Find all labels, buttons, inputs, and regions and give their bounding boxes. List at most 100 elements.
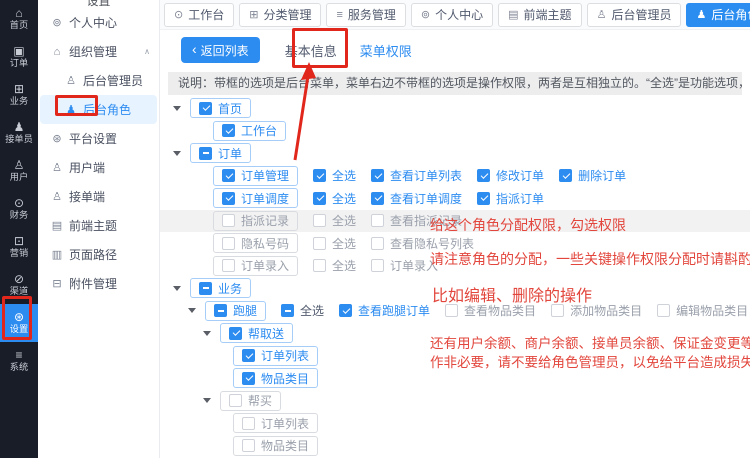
permission-option[interactable]: 编辑物品类目 bbox=[657, 302, 748, 319]
checkbox-checked[interactable] bbox=[222, 192, 235, 205]
permission-option[interactable]: 查看指派记录 bbox=[371, 212, 462, 229]
checkbox-checked[interactable] bbox=[371, 169, 384, 182]
rail-item-finance[interactable]: ⊙财务 bbox=[0, 190, 38, 228]
permission-option[interactable]: 查看隐私号列表 bbox=[371, 235, 474, 252]
side-nav-item-platform-settings[interactable]: ⊛平台设置 bbox=[38, 124, 159, 153]
checkbox-un[interactable] bbox=[222, 237, 235, 250]
checkbox-ind[interactable] bbox=[214, 304, 227, 317]
permission-option[interactable]: 添加物品类目 bbox=[551, 302, 642, 319]
rail-item-settings[interactable]: ⊛设置 bbox=[0, 304, 38, 342]
checkbox-un[interactable] bbox=[371, 259, 384, 272]
page-tab-frontend-theme[interactable]: ▤前端主题 bbox=[498, 3, 581, 27]
tree-menu-item[interactable]: 指派记录 bbox=[213, 211, 298, 231]
caret-down-icon[interactable] bbox=[173, 286, 181, 291]
checkbox-checked[interactable] bbox=[313, 169, 326, 182]
tree-menu-item[interactable]: 订单 bbox=[190, 143, 251, 163]
checkbox-checked[interactable] bbox=[559, 169, 572, 182]
rail-item-orders[interactable]: ▣订单 bbox=[0, 38, 38, 76]
tree-menu-item[interactable]: 订单调度 bbox=[213, 188, 298, 208]
permission-option[interactable]: 全选 bbox=[313, 212, 356, 229]
permission-option[interactable]: 删除订单 bbox=[559, 167, 626, 184]
checkbox-un[interactable] bbox=[313, 237, 326, 250]
caret-down-icon[interactable] bbox=[203, 331, 211, 336]
side-nav-item-rider-client[interactable]: ♙接单端 bbox=[38, 182, 159, 211]
checkbox-un[interactable] bbox=[313, 214, 326, 227]
page-tab-personal-center[interactable]: ⊚个人中心 bbox=[411, 3, 493, 27]
page-tab-workbench[interactable]: ⊙工作台 bbox=[164, 3, 234, 27]
tree-menu-item[interactable]: 订单录入 bbox=[213, 256, 298, 276]
tree-menu-item[interactable]: 隐私号码 bbox=[213, 233, 298, 253]
side-nav-item-frontend-theme[interactable]: ▤前端主题 bbox=[38, 211, 159, 240]
rail-item-channels[interactable]: ⊘渠道 bbox=[0, 266, 38, 304]
tree-menu-item[interactable]: 订单列表 bbox=[233, 346, 318, 366]
permission-option[interactable]: 全选 bbox=[313, 190, 356, 207]
caret-down-icon[interactable] bbox=[173, 151, 181, 156]
checkbox-un[interactable] bbox=[222, 214, 235, 227]
tree-menu-item[interactable]: 物品类目 bbox=[233, 436, 318, 456]
checkbox-checked[interactable] bbox=[477, 169, 490, 182]
rail-item-users[interactable]: ♙用户 bbox=[0, 152, 38, 190]
permission-option[interactable]: 全选 bbox=[313, 235, 356, 252]
permission-option[interactable]: 查看跑腿订单 bbox=[339, 302, 430, 319]
checkbox-un[interactable] bbox=[229, 394, 242, 407]
rail-item-system[interactable]: ≡系统 bbox=[0, 342, 38, 380]
checkbox-un[interactable] bbox=[242, 417, 255, 430]
tree-menu-item[interactable]: 物品类目 bbox=[233, 368, 318, 388]
page-tab-admin-roles[interactable]: ♟后台角色× bbox=[686, 3, 750, 27]
checkbox-checked[interactable] bbox=[339, 304, 352, 317]
checkbox-un[interactable] bbox=[371, 237, 384, 250]
rail-item-riders[interactable]: ♟接单员 bbox=[0, 114, 38, 152]
permission-option[interactable]: 全选 bbox=[313, 167, 356, 184]
page-tab-admin-users[interactable]: ♙后台管理员 bbox=[587, 3, 682, 27]
checkbox-ind[interactable] bbox=[281, 304, 294, 317]
side-nav-item-personal-center[interactable]: ⊚个人中心 bbox=[38, 8, 159, 37]
caret-down-icon[interactable] bbox=[173, 106, 181, 111]
tree-menu-item[interactable]: 帮买 bbox=[220, 391, 281, 411]
tree-menu-item[interactable]: 订单管理 bbox=[213, 166, 298, 186]
checkbox-ind[interactable] bbox=[199, 282, 212, 295]
tree-menu-item[interactable]: 工作台 bbox=[213, 121, 286, 141]
checkbox-un[interactable] bbox=[313, 259, 326, 272]
permission-option[interactable]: 修改订单 bbox=[477, 167, 544, 184]
checkbox-un[interactable] bbox=[551, 304, 564, 317]
tab-menu-permissions[interactable]: 菜单权限 bbox=[360, 41, 412, 60]
permission-option[interactable]: 指派订单 bbox=[477, 190, 544, 207]
checkbox-un[interactable] bbox=[222, 259, 235, 272]
side-nav-item-user-client[interactable]: ♙用户端 bbox=[38, 153, 159, 182]
checkbox-checked[interactable] bbox=[371, 192, 384, 205]
checkbox-ind[interactable] bbox=[199, 147, 212, 160]
side-nav-item-org-management[interactable]: ⌂组织管理∧ bbox=[38, 37, 159, 66]
checkbox-checked[interactable] bbox=[199, 102, 212, 115]
rail-item-business[interactable]: ⊞业务 bbox=[0, 76, 38, 114]
permission-option[interactable]: 查看订单调度 bbox=[371, 190, 462, 207]
checkbox-checked[interactable] bbox=[229, 327, 242, 340]
checkbox-un[interactable] bbox=[371, 214, 384, 227]
checkbox-un[interactable] bbox=[242, 439, 255, 452]
side-nav-item-attachment-management[interactable]: ⊟附件管理 bbox=[38, 269, 159, 298]
checkbox-checked[interactable] bbox=[222, 169, 235, 182]
permission-option[interactable]: 全选 bbox=[281, 302, 324, 319]
checkbox-checked[interactable] bbox=[477, 192, 490, 205]
checkbox-checked[interactable] bbox=[242, 349, 255, 362]
tree-menu-item[interactable]: 跑腿 bbox=[205, 301, 266, 321]
tree-menu-item[interactable]: 帮取送 bbox=[220, 323, 293, 343]
back-to-list-button[interactable]: ‹ 返回列表 bbox=[181, 37, 260, 63]
checkbox-un[interactable] bbox=[657, 304, 670, 317]
tree-menu-item[interactable]: 订单列表 bbox=[233, 413, 318, 433]
caret-down-icon[interactable] bbox=[203, 398, 211, 403]
page-tab-service-management[interactable]: ≡服务管理 bbox=[326, 3, 405, 27]
side-nav-item-page-paths[interactable]: ▥页面路径 bbox=[38, 240, 159, 269]
permission-option[interactable]: 全选 bbox=[313, 257, 356, 274]
tree-menu-item[interactable]: 首页 bbox=[190, 98, 251, 118]
checkbox-checked[interactable] bbox=[222, 124, 235, 137]
checkbox-checked[interactable] bbox=[242, 372, 255, 385]
side-nav-item-admin-users[interactable]: ♙后台管理员 bbox=[38, 66, 159, 95]
checkbox-un[interactable] bbox=[445, 304, 458, 317]
permission-option[interactable]: 订单录入 bbox=[371, 257, 438, 274]
tree-menu-item[interactable]: 业务 bbox=[190, 278, 251, 298]
rail-item-home[interactable]: ⌂首页 bbox=[0, 0, 38, 38]
side-nav-item-admin-roles[interactable]: ♟后台角色 bbox=[40, 95, 157, 124]
chevron-up-icon[interactable]: ∧ bbox=[144, 47, 150, 56]
checkbox-checked[interactable] bbox=[313, 192, 326, 205]
tab-basic-info[interactable]: 基本信息 bbox=[285, 41, 337, 60]
